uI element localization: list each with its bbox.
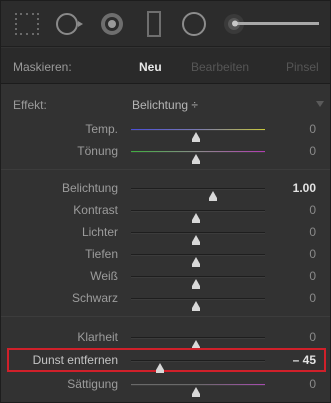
slider-track-exposure[interactable] [131,188,265,201]
collapse-arrow-icon[interactable] [316,97,324,111]
slider-label-saturation: Sättigung [67,377,118,391]
slider-row-shadows: Tiefen 0 [1,245,330,267]
slider-value-shadows: 0 [309,247,316,261]
effect-label: Effekt: [13,98,47,112]
slider-label-blacks: Schwarz [71,291,118,305]
slider-label-exposure: Belichtung [61,181,118,195]
slider-label-temp: Temp. [85,122,118,136]
tool-strip [1,1,330,47]
slider-row-saturation: Sättigung 0 [1,375,330,397]
slider-row-temp: Temp. 0 [1,120,330,142]
slider-value-saturation: 0 [309,377,316,391]
mask-tab-brush[interactable]: Pinsel [286,60,319,74]
slider-value-whites: 0 [309,269,316,283]
grid-dots-icon[interactable] [15,13,39,35]
section-divider [1,169,330,170]
slider-value-tint: 0 [309,144,316,158]
slider-track-saturation[interactable] [131,384,265,397]
slider-label-contrast: Kontrast [73,203,118,217]
circle-with-arrow-icon[interactable] [55,11,85,37]
slider-label-whites: Weiß [90,269,118,283]
effect-dropdown[interactable]: Belichtung ÷ [132,98,198,112]
slider-value-temp: 0 [309,122,316,136]
slider-row-whites: Weiß 0 [1,267,330,289]
slider-value-blacks: 0 [309,291,316,305]
slider-value-highlights: 0 [309,225,316,239]
slider-row-tint: Tönung 0 [1,142,330,164]
slider-label-highlights: Lichter [81,225,118,239]
slider-value-contrast: 0 [309,203,316,217]
slider-row-contrast: Kontrast 0 [1,201,330,223]
slider-track-whites[interactable] [131,276,265,289]
rectangle-icon[interactable] [147,11,161,37]
adjustment-brush-panel: Maskieren: Neu Bearbeiten Pinsel Effekt:… [0,0,331,403]
slider-track-shadows[interactable] [131,254,265,267]
slider-value-clarity: 0 [309,330,316,344]
slider-track-highlights[interactable] [131,232,265,245]
slider-track-dehaze[interactable] [131,360,265,373]
slider-row-blacks: Schwarz 0 [1,289,330,311]
slider-label-clarity: Klarheit [77,330,118,344]
slider-row-dehaze: Dunst entfernen – 45 [1,351,330,373]
slider-track-contrast[interactable] [131,210,265,223]
brush-slider-icon[interactable] [223,13,321,35]
mask-tab-edit[interactable]: Bearbeiten [191,60,249,74]
mask-tab-new[interactable]: Neu [139,60,162,74]
slider-track-temp[interactable] [131,129,265,142]
slider-track-clarity[interactable] [131,337,265,350]
slider-label-tint: Tönung [77,144,118,158]
effect-row: Effekt: Belichtung ÷ [1,96,330,114]
section-divider [1,316,330,317]
radial-target-icon[interactable] [99,11,125,37]
mask-row: Maskieren: Neu Bearbeiten Pinsel [1,48,330,84]
slider-value-exposure: 1.00 [292,181,316,195]
slider-label-dehaze: Dunst entfernen [32,353,118,367]
slider-row-exposure: Belichtung 1.00 [1,179,330,201]
slider-track-tint[interactable] [131,151,265,164]
slider-label-shadows: Tiefen [85,247,118,261]
slider-value-dehaze: – 45 [292,353,316,367]
slider-track-blacks[interactable] [131,298,265,311]
circle-outline-icon[interactable] [181,11,207,37]
slider-row-highlights: Lichter 0 [1,223,330,245]
slider-row-clarity: Klarheit 0 [1,328,330,350]
mask-label: Maskieren: [13,60,72,74]
